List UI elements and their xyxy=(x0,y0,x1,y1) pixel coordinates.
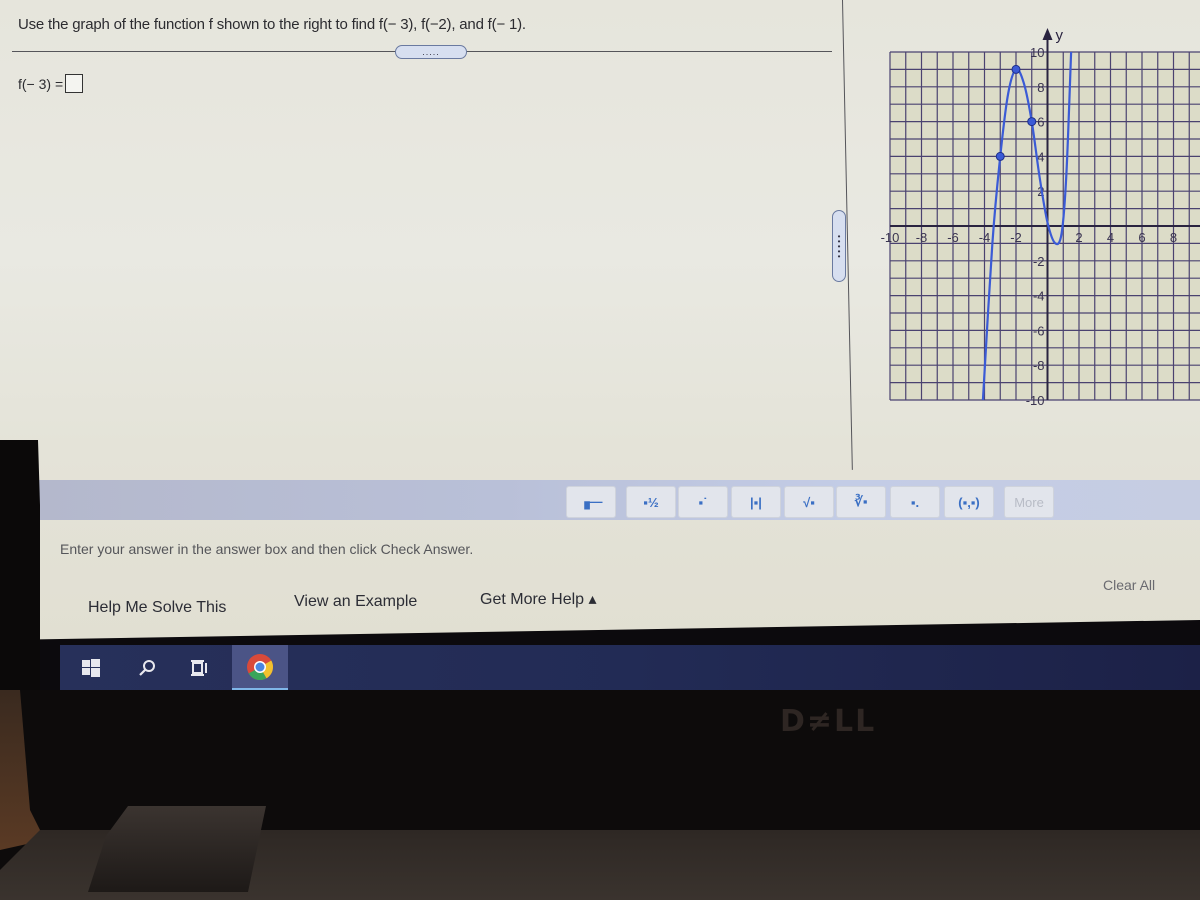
chrome-icon xyxy=(247,653,274,680)
toolbar-mixed-number-button[interactable]: ▪½ xyxy=(626,486,676,518)
expand-question-button[interactable]: ..... xyxy=(395,45,467,59)
y-tick-label: -6 xyxy=(1033,323,1045,338)
y-tick-label: 8 xyxy=(1037,80,1044,95)
toolbar-fraction-button[interactable]: ▗— xyxy=(566,486,616,518)
windows-icon[interactable] xyxy=(76,653,106,683)
question-text: Use the graph of the function f shown to… xyxy=(18,16,526,33)
toolbar-decimal-button[interactable]: ▪. xyxy=(890,486,940,518)
task-view-icon[interactable] xyxy=(184,653,214,683)
dell-logo: D≠LL xyxy=(780,704,877,739)
help-me-solve-this-button[interactable]: Help Me Solve This xyxy=(88,599,226,617)
mylab-question-page: Use the graph of the function f shown to… xyxy=(0,0,1200,640)
taskbar-app-chrome[interactable] xyxy=(232,645,288,690)
x-tick-label: 4 xyxy=(1107,230,1114,245)
answer-label: f(− 3) = xyxy=(18,75,64,92)
y-tick-label: 10 xyxy=(1030,45,1044,60)
marked-point xyxy=(1011,64,1021,74)
y-tick-label: -8 xyxy=(1033,358,1045,373)
x-tick-label: 8 xyxy=(1170,230,1177,245)
marked-point xyxy=(1027,117,1037,127)
y-axis-label: y xyxy=(1056,27,1064,44)
answer-input-box[interactable] xyxy=(65,74,84,93)
x-tick-label: 6 xyxy=(1138,230,1145,245)
view-an-example-button[interactable]: View an Example xyxy=(294,593,417,611)
math-input-toolbar: ▗— ▪½ ▪˙ |▪| √▪ ∛▪ ▪. (▪,▪) More xyxy=(36,480,1200,520)
y-tick-label: -10 xyxy=(1026,393,1045,408)
y-tick-label: 6 xyxy=(1037,115,1044,130)
x-tick-label: -4 xyxy=(979,230,991,245)
search-icon[interactable] xyxy=(132,653,162,683)
x-tick-label: -8 xyxy=(916,230,928,245)
pane-resize-handle[interactable]: • • • • • xyxy=(832,210,846,282)
y-tick-label: -4 xyxy=(1033,289,1045,304)
function-graph: y-10 -8 -6 -4 -2 2 4 6 8108642-2-4-6-8-10 xyxy=(881,27,1200,408)
toolbar-ordered-pair-button[interactable]: (▪,▪) xyxy=(944,486,994,518)
y-tick-label: -2 xyxy=(1033,254,1045,269)
toolbar-more-button[interactable]: More xyxy=(1004,486,1054,518)
get-more-help-button[interactable]: Get More Help ▴ xyxy=(480,589,597,609)
toolbar-absolute-value-button[interactable]: |▪| xyxy=(731,486,781,518)
x-tick-label: 2 xyxy=(1075,230,1082,245)
toolbar-square-root-button[interactable]: √▪ xyxy=(784,486,834,518)
screen-bezel xyxy=(0,440,40,700)
x-tick-label: -10 xyxy=(881,230,900,245)
marked-point xyxy=(995,151,1005,161)
x-tick-label: -6 xyxy=(947,230,959,245)
clear-all-button[interactable]: Clear All xyxy=(1103,577,1155,593)
toolbar-exponent-button[interactable]: ▪˙ xyxy=(678,486,728,518)
y-axis-arrow-icon xyxy=(1042,28,1053,40)
windows-taskbar xyxy=(60,645,1200,690)
x-tick-label: -2 xyxy=(1010,230,1022,245)
answer-row: f(− 3) = xyxy=(18,74,84,93)
laptop-screen: Use the graph of the function f shown to… xyxy=(0,0,1200,690)
toolbar-nth-root-button[interactable]: ∛▪ xyxy=(836,486,886,518)
instructions-text: Enter your answer in the answer box and … xyxy=(60,541,474,557)
